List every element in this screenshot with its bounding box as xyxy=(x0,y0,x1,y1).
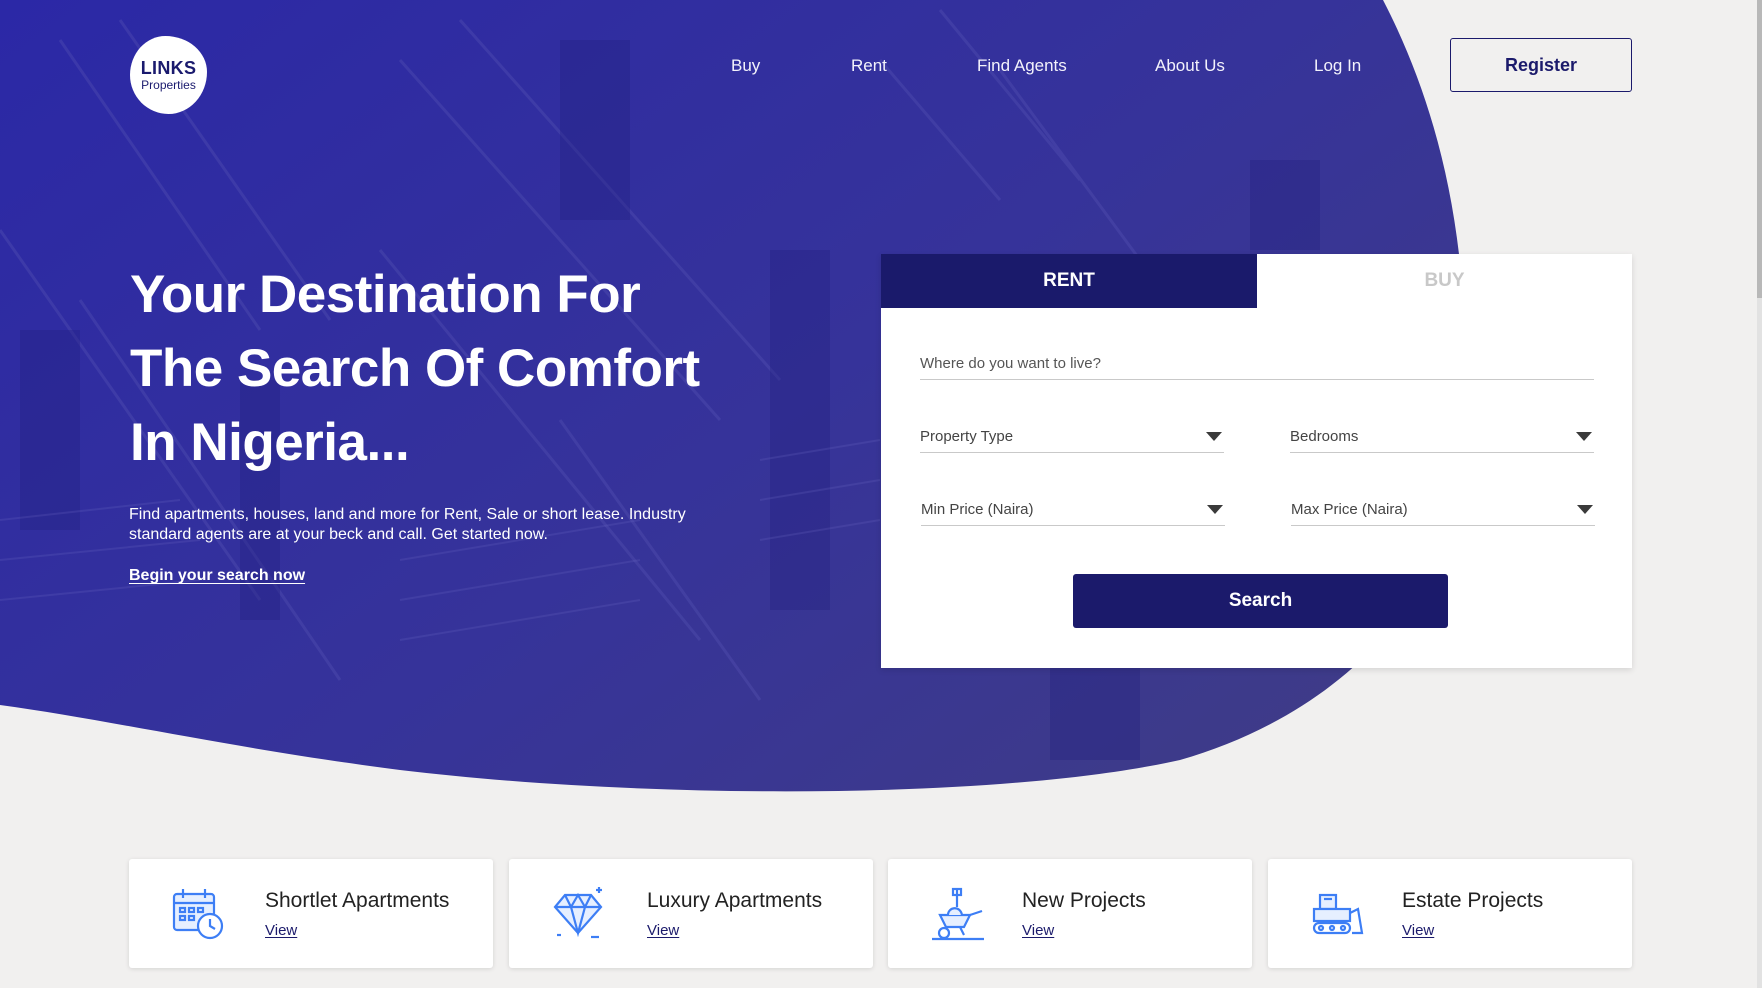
diamond-icon xyxy=(553,887,603,939)
hero-subtitle-line-2: standard agents are at your beck and cal… xyxy=(129,526,548,543)
register-button[interactable]: Register xyxy=(1450,38,1632,92)
nav-find-agents[interactable]: Find Agents xyxy=(977,56,1067,76)
property-type-label: Property Type xyxy=(920,428,1014,445)
category-card-estate-projects[interactable]: Estate Projects View xyxy=(1268,859,1632,968)
bulldozer-icon xyxy=(1312,893,1364,935)
location-input[interactable] xyxy=(920,355,1594,372)
category-view-link[interactable]: View xyxy=(1402,922,1434,939)
headline-line-3: In Nigeria... xyxy=(130,413,410,472)
search-button[interactable]: Search xyxy=(1073,574,1448,628)
nav-buy[interactable]: Buy xyxy=(731,56,760,76)
tab-rent[interactable]: RENT xyxy=(881,254,1257,308)
nav-about-us[interactable]: About Us xyxy=(1155,56,1225,76)
property-type-select[interactable]: Property Type xyxy=(920,421,1224,453)
category-view-link[interactable]: View xyxy=(647,922,679,939)
category-card-shortlet[interactable]: Shortlet Apartments View xyxy=(129,859,493,968)
bedrooms-label: Bedrooms xyxy=(1290,428,1359,445)
chevron-down-icon xyxy=(1206,432,1222,441)
chevron-down-icon xyxy=(1576,432,1592,441)
max-price-label: Max Price (Naira) xyxy=(1291,501,1408,518)
hero-subtitle: Find apartments, houses, land and more f… xyxy=(129,505,729,545)
category-title: Luxury Apartments xyxy=(647,889,823,912)
min-price-label: Min Price (Naira) xyxy=(921,501,1034,518)
category-title: New Projects xyxy=(1022,889,1146,912)
nav-rent[interactable]: Rent xyxy=(851,56,887,76)
tab-buy[interactable]: BUY xyxy=(1257,254,1632,308)
headline-line-1: Your Destination For xyxy=(130,265,641,324)
logo-wordmark: LINKS xyxy=(140,57,197,78)
wheelbarrow-icon xyxy=(932,887,984,941)
category-title: Shortlet Apartments xyxy=(265,889,450,912)
hero-headline: Your Destination For The Search Of Comfo… xyxy=(130,258,750,480)
page-scrollbar[interactable] xyxy=(1757,0,1762,988)
location-field xyxy=(920,348,1594,380)
begin-search-link[interactable]: Begin your search now xyxy=(129,567,305,585)
headline-line-2: The Search Of Comfort xyxy=(130,339,700,398)
logo-subtitle: Properties xyxy=(141,77,196,92)
calendar-clock-icon xyxy=(172,889,224,940)
max-price-select[interactable]: Max Price (Naira) xyxy=(1291,494,1595,526)
chevron-down-icon xyxy=(1207,505,1223,514)
category-view-link[interactable]: View xyxy=(265,922,297,939)
chevron-down-icon xyxy=(1577,505,1593,514)
hero-subtitle-line-1: Find apartments, houses, land and more f… xyxy=(129,506,686,523)
scrollbar-thumb[interactable] xyxy=(1757,0,1762,298)
category-title: Estate Projects xyxy=(1402,889,1544,912)
category-card-new-projects[interactable]: New Projects View xyxy=(888,859,1252,968)
nav-log-in[interactable]: Log In xyxy=(1314,56,1361,76)
category-view-link[interactable]: View xyxy=(1022,922,1054,939)
min-price-select[interactable]: Min Price (Naira) xyxy=(921,494,1225,526)
category-card-luxury[interactable]: Luxury Apartments View xyxy=(509,859,873,968)
search-panel: RENT BUY Property Type Bedrooms Min Pric… xyxy=(881,254,1632,668)
bedrooms-select[interactable]: Bedrooms xyxy=(1290,421,1594,453)
